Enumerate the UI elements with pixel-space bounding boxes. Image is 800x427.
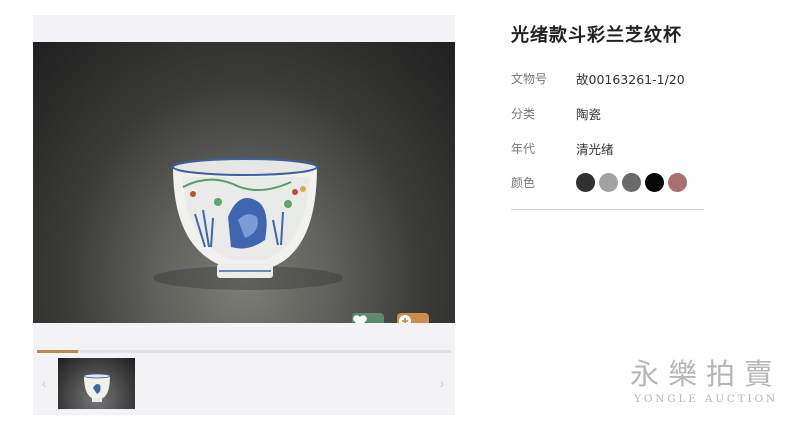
field-value: 清光绪 (576, 142, 614, 157)
product-title: 光绪款斗彩兰芝纹杯 (511, 25, 682, 46)
field-artifact-number: 文物号 故00163261-1/20 (511, 69, 685, 88)
field-category: 分类 陶瓷 (511, 104, 601, 123)
gallery-progress-fill (37, 350, 79, 353)
watermark-chinese: 永樂拍賣 (629, 357, 782, 391)
gallery-progress-bar (37, 350, 451, 353)
color-swatch[interactable] (599, 173, 618, 192)
divider (511, 209, 704, 210)
field-value: 陶瓷 (576, 107, 602, 122)
field-label: 年代 (511, 142, 536, 156)
field-label: 文物号 (511, 72, 548, 86)
field-label: 颜色 (511, 176, 536, 190)
color-swatch[interactable] (645, 173, 664, 192)
color-swatches (576, 173, 687, 192)
teacup-illustration (153, 158, 343, 290)
favorite-button[interactable] (352, 313, 384, 323)
zoom-button[interactable] (397, 313, 429, 323)
teacup-thumbnail (83, 373, 111, 402)
field-era: 年代 清光绪 (511, 139, 614, 158)
field-colors: 颜色 (511, 173, 687, 192)
color-swatch[interactable] (622, 173, 641, 192)
main-product-image[interactable] (33, 42, 455, 323)
thumbnail-next-button[interactable]: › (435, 365, 449, 401)
thumbnail-prev-button[interactable]: ‹ (37, 365, 51, 401)
image-gallery: ‹ › (33, 15, 455, 415)
zoom-in-icon (399, 315, 411, 323)
watermark-logo: 永樂拍賣 YONGLE AUCTION (626, 357, 786, 405)
field-label: 分类 (511, 107, 536, 121)
field-value: 故00163261-1/20 (576, 72, 685, 87)
color-swatch[interactable] (576, 173, 595, 192)
heart-icon (353, 315, 367, 323)
color-swatch[interactable] (668, 173, 687, 192)
thumbnail-image[interactable] (58, 358, 135, 409)
watermark-english: YONGLE AUCTION (634, 393, 778, 405)
